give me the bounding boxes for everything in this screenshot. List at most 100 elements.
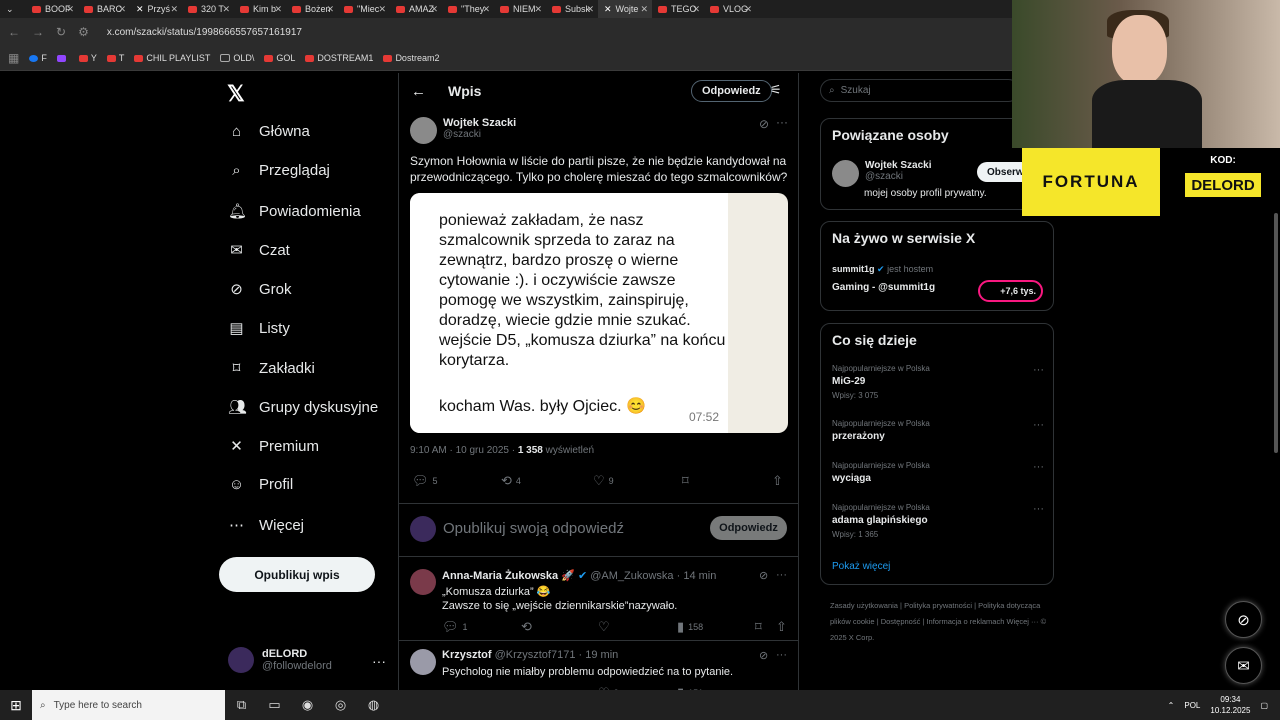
bookmark-action[interactable]: ⌑ — [755, 619, 762, 635]
grok-icon[interactable]: ⊘ — [759, 649, 768, 662]
task-view-icon[interactable]: ⧉ — [225, 697, 258, 713]
sidebar-item-6[interactable]: ▤ Listy — [228, 319, 289, 338]
post-date[interactable]: 9:10 AM · 10 gru 2025 · — [410, 445, 518, 456]
sidebar-item-1[interactable]: ⌂ Główna — [228, 123, 310, 140]
tab-list-icon[interactable]: ⌄ — [0, 0, 26, 18]
chrome-icon[interactable]: ◎ — [324, 697, 357, 713]
reply-action[interactable]: 💬︎ 1 — [442, 619, 468, 635]
sidebar-item-4[interactable]: ✉ Czat — [228, 241, 290, 260]
person-name[interactable]: Wojtek Szacki — [865, 160, 932, 171]
browser-tab[interactable]: Bożen ✕ — [286, 0, 338, 18]
browser-tab[interactable]: Kim b ✕ — [234, 0, 286, 18]
url-field[interactable]: x.com/szacki/status/1998666557657161917 — [107, 27, 302, 38]
reply-item[interactable]: Krzysztof @Krzysztof7171 · 19 min ⊘ ··· … — [399, 641, 798, 695]
forward-arrow-icon[interactable]: → — [32, 25, 44, 39]
close-tab-icon[interactable]: ✕ — [222, 4, 230, 15]
author-handle[interactable]: @szacki — [443, 129, 516, 140]
bookmark-item[interactable]: DOSTREAM1 — [305, 53, 373, 63]
language-indicator[interactable]: POL — [1184, 701, 1200, 710]
trend-item[interactable]: Najpopularniejsze w Polska adama glapińsk… — [832, 503, 1044, 539]
bookmark-item[interactable]: Dostream2 — [383, 53, 439, 63]
browser-tab[interactable]: Subsk ✕ — [546, 0, 598, 18]
repost-action[interactable]: ⟲ — [521, 619, 532, 635]
browser-tab[interactable]: VLOG ✕ — [704, 0, 756, 18]
grok-icon[interactable]: ⊘ — [1225, 601, 1262, 638]
bookmark-item[interactable]: CHIL PLAYLIST — [134, 53, 210, 63]
reply-submit-button[interactable]: Odpowiedz — [710, 516, 787, 540]
post-author[interactable]: Wojtek Szacki @szacki — [410, 117, 516, 144]
more-dots-icon[interactable]: ··· — [372, 653, 386, 669]
bookmark-item[interactable]: T — [106, 53, 124, 63]
browser-tab[interactable]: NIEM ✕ — [494, 0, 546, 18]
sidebar-item-10[interactable]: ☺ Profil — [228, 476, 293, 493]
browser-tab[interactable]: 320 T ✕ — [182, 0, 234, 18]
x-logo-icon[interactable]: 𝕏 — [227, 81, 245, 107]
browser-tab[interactable]: ✕ Przyś ✕ — [130, 0, 182, 18]
close-tab-icon[interactable]: ✕ — [586, 4, 594, 15]
browser-tab[interactable]: "Miec ✕ — [338, 0, 390, 18]
discord-icon[interactable]: ◉ — [291, 697, 324, 713]
sidebar-item-7[interactable]: ⌑ Zakładki — [228, 359, 315, 378]
clock[interactable]: 09:34 10.12.2025 — [1210, 694, 1250, 716]
apps-grid-icon[interactable]: ▦ — [8, 51, 19, 65]
file-explorer-icon[interactable]: ▭ — [258, 697, 291, 713]
search-input[interactable]: Szukaj — [841, 85, 871, 96]
views-action[interactable]: ▮ 158 — [677, 619, 703, 635]
back-arrow-icon[interactable]: ← — [411, 83, 426, 100]
grok-icon[interactable]: ⊘ — [759, 569, 768, 582]
repost-action[interactable]: ⟲ 4 — [501, 473, 521, 489]
notification-icon[interactable]: ▢ — [1260, 701, 1268, 710]
account-switcher[interactable]: dELORD @followdelord ··· — [228, 647, 386, 673]
avatar[interactable] — [410, 649, 436, 675]
close-tab-icon[interactable]: ✕ — [744, 4, 752, 15]
browser-tab[interactable]: ✕ Wojte ✕ — [598, 0, 652, 18]
more-dots-icon[interactable]: ··· — [1033, 503, 1044, 515]
close-tab-icon[interactable]: ✕ — [640, 4, 648, 15]
close-tab-icon[interactable]: ✕ — [326, 4, 334, 15]
obs-icon[interactable]: ◍ — [357, 697, 390, 713]
browser-tab[interactable]: "They ✕ — [442, 0, 494, 18]
bookmark-item[interactable]: GOL — [264, 53, 295, 63]
reply-item[interactable]: Anna-Maria Żukowska 🚀 ✔ @AM_Zukowska · 1… — [399, 561, 798, 641]
post-button[interactable]: Opublikuj wpis — [219, 557, 375, 592]
close-tab-icon[interactable]: ✕ — [378, 4, 386, 15]
more-dots-icon[interactable]: ··· — [776, 649, 787, 661]
more-dots-icon[interactable]: ··· — [1033, 419, 1044, 431]
tray-chevron-icon[interactable]: ⌃ — [1168, 701, 1175, 710]
site-info-icon[interactable]: ⚙ — [78, 25, 89, 39]
sidebar-item-8[interactable]: 👥︎ Grupy dyskusyjne — [228, 398, 378, 417]
more-dots-icon[interactable]: ··· — [1033, 461, 1044, 473]
scrollbar[interactable] — [1272, 73, 1280, 690]
show-more-link[interactable]: Pokaż więcej — [832, 561, 890, 572]
close-tab-icon[interactable]: ✕ — [274, 4, 282, 15]
close-tab-icon[interactable]: ✕ — [482, 4, 490, 15]
browser-tab[interactable]: BARC ✕ — [78, 0, 130, 18]
sidebar-item-5[interactable]: ⊘ Grok — [228, 280, 291, 299]
back-arrow-icon[interactable]: ← — [8, 25, 20, 39]
windows-start-icon[interactable]: ⊞ — [0, 697, 32, 714]
settings-sliders-icon[interactable]: ⚟ — [770, 82, 782, 98]
footer-links[interactable]: Zasady użytkowania | Polityka prywatnośc… — [830, 598, 1050, 646]
share-action[interactable]: ⇧ — [772, 473, 783, 489]
related-person[interactable]: Wojtek Szacki @szacki mojej osoby profil… — [832, 160, 987, 199]
sidebar-item-11[interactable]: ⋯ Więcej — [228, 516, 304, 535]
taskbar-search[interactable]: ⌕ Type here to search — [32, 690, 225, 720]
share-action[interactable]: ⇧ — [776, 619, 787, 635]
avatar[interactable] — [832, 160, 859, 187]
browser-tab[interactable]: TEGO ✕ — [652, 0, 704, 18]
search-box[interactable]: ⌕ Szukaj — [820, 79, 1020, 102]
close-tab-icon[interactable]: ✕ — [430, 4, 438, 15]
close-tab-icon[interactable]: ✕ — [118, 4, 126, 15]
close-tab-icon[interactable]: ✕ — [66, 4, 74, 15]
sidebar-item-2[interactable]: ⌕ Przeglądaj — [228, 162, 330, 179]
live-title[interactable]: Gaming - @summit1g — [832, 282, 935, 293]
trend-item[interactable]: Najpopularniejsze w Polska wyciąga ··· — [832, 461, 1044, 488]
bookmark-item[interactable]: OLD\ — [220, 53, 254, 63]
avatar[interactable] — [410, 569, 436, 595]
bookmark-item[interactable]: Y — [78, 53, 97, 63]
reload-icon[interactable]: ↻ — [56, 25, 66, 39]
bookmark-item[interactable]: F — [29, 53, 47, 63]
live-card[interactable]: Na żywo w serwisie X summit1g ✔ jest hos… — [820, 221, 1054, 311]
live-viewers-badge[interactable]: +7,6 tys. — [978, 280, 1043, 302]
trend-item[interactable]: Najpopularniejsze w Polska MiG-29 Wpisy: 3… — [832, 364, 1044, 400]
